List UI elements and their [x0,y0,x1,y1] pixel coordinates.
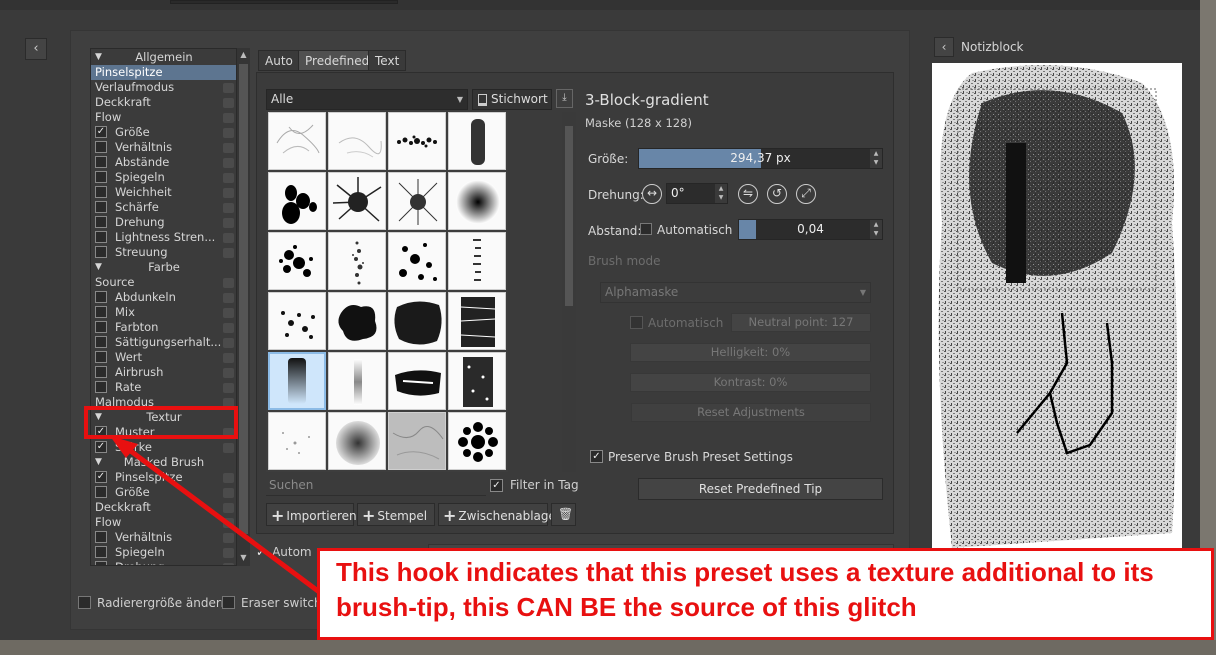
annotation-callout: This hook indicates that this preset use… [317,548,1214,640]
annotation-text: This hook indicates that this preset use… [336,557,1154,622]
